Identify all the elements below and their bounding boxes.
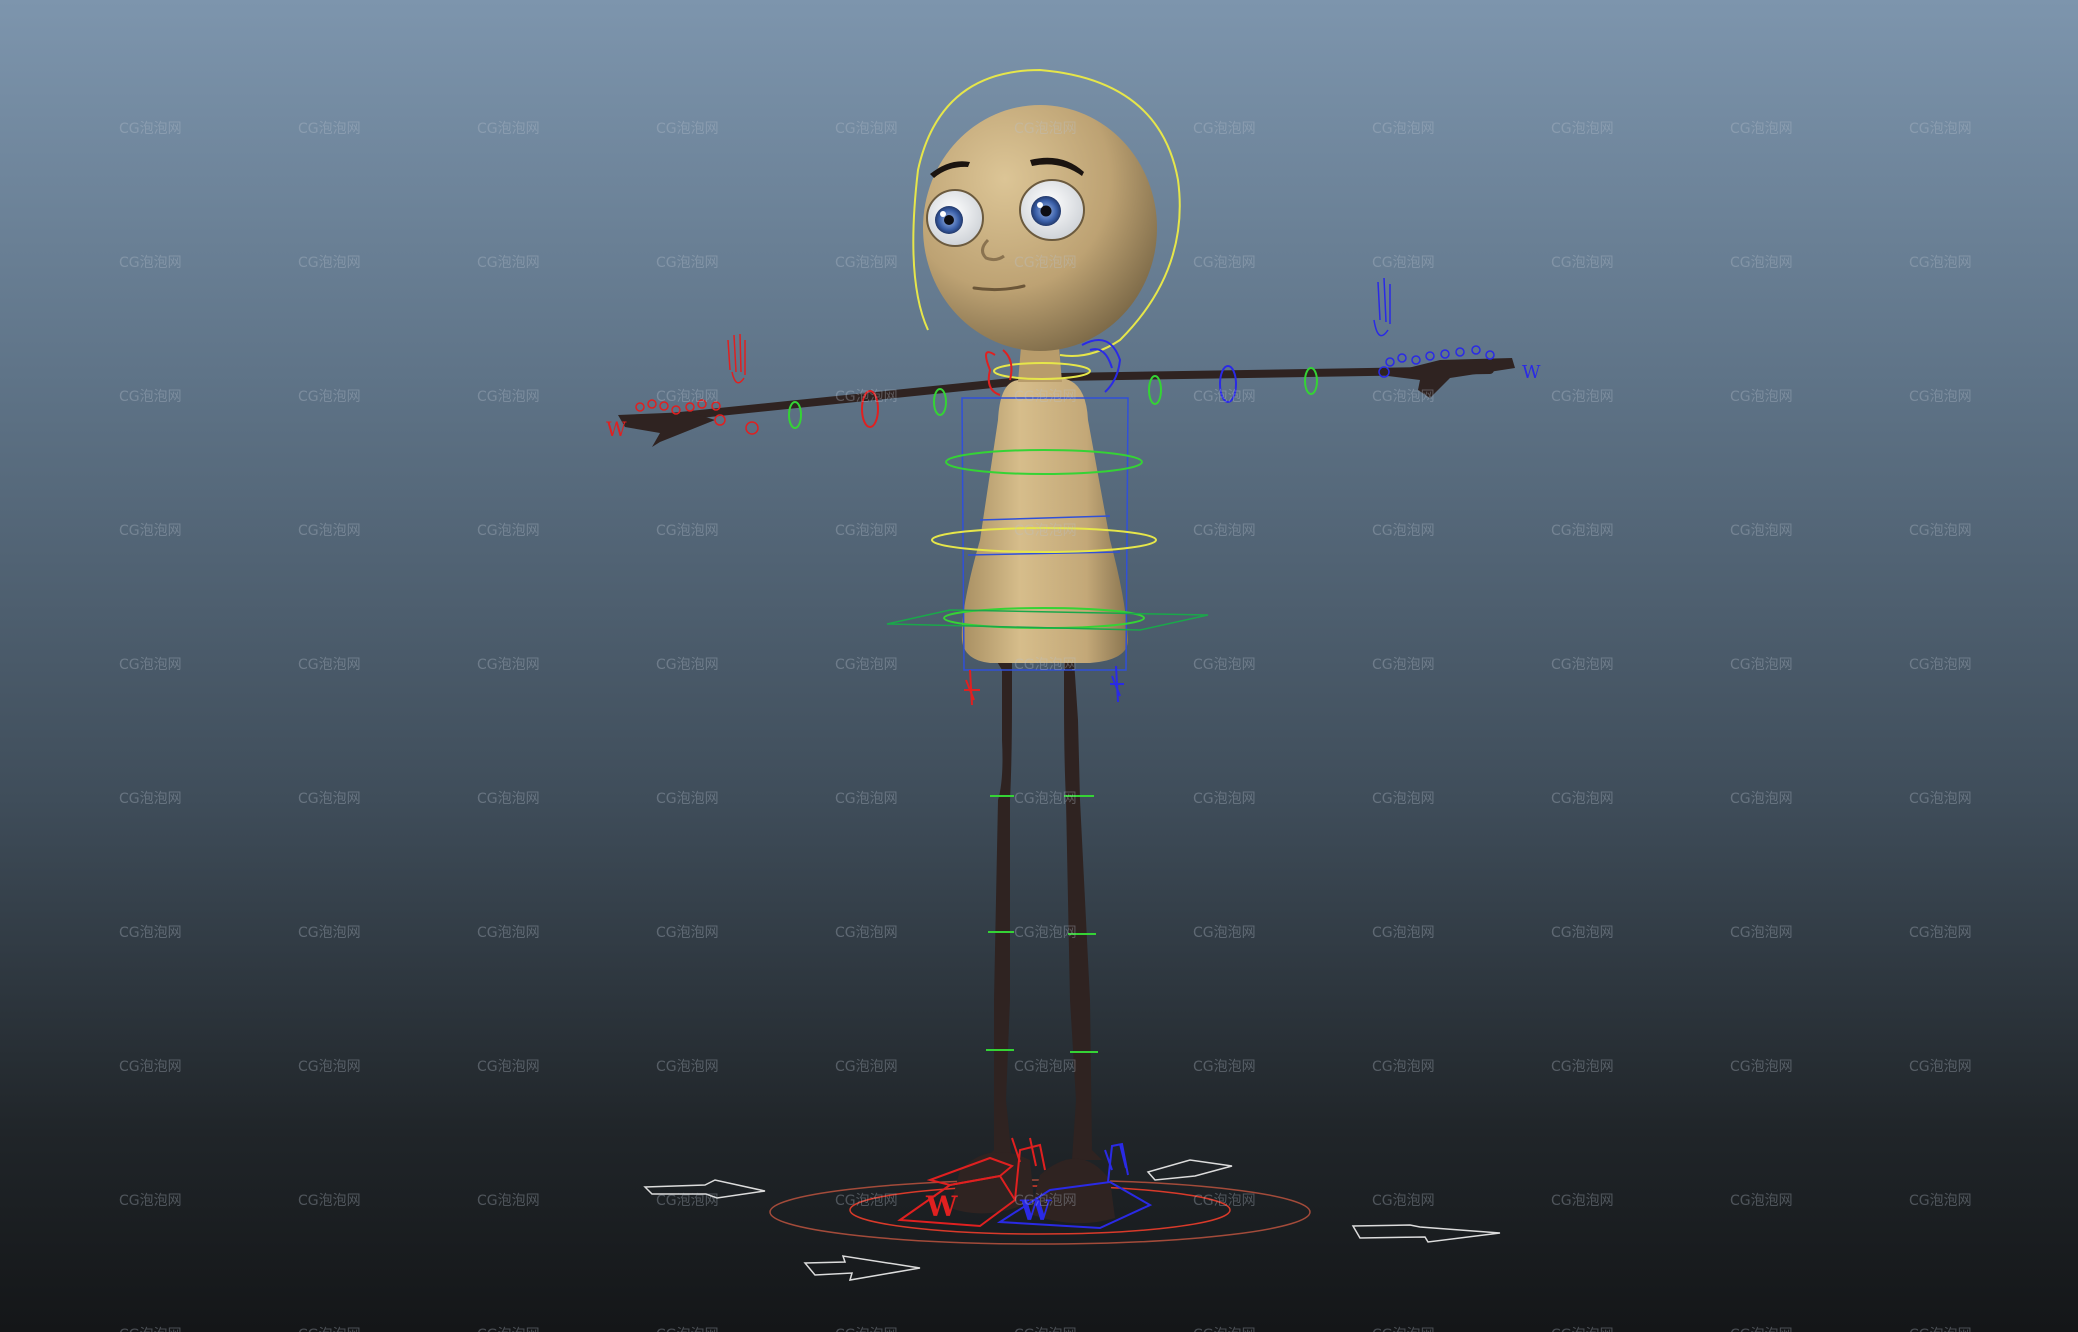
legs (950, 660, 1115, 1224)
move-arrow-left-icon[interactable] (643, 1179, 766, 1199)
move-arrow-back-icon[interactable] (1146, 1159, 1233, 1181)
right-hand-ik-label: W (1522, 362, 1541, 383)
left-hand (618, 412, 715, 447)
character-rig-scene[interactable]: W W W W (0, 0, 2078, 1332)
head (923, 105, 1157, 351)
move-arrow-front-icon[interactable] (803, 1255, 921, 1281)
right-shoulder-control (1081, 339, 1122, 393)
move-arrow-right-icon[interactable] (1351, 1224, 1501, 1243)
3d-viewport[interactable]: W W W W CG泡泡网 CG泡泡网 CG泡泡网 CG泡泡网 CG泡泡网 CG泡泡网 CG… (0, 0, 2078, 1332)
right-foot-ik-label: W (1019, 1194, 1052, 1227)
right-hip-control (1110, 665, 1124, 703)
left-foot-ik-label: W (925, 1190, 958, 1223)
left-hand-ik-label: W (606, 417, 627, 441)
right-hand (1380, 358, 1515, 398)
left-hip-control (964, 669, 980, 706)
